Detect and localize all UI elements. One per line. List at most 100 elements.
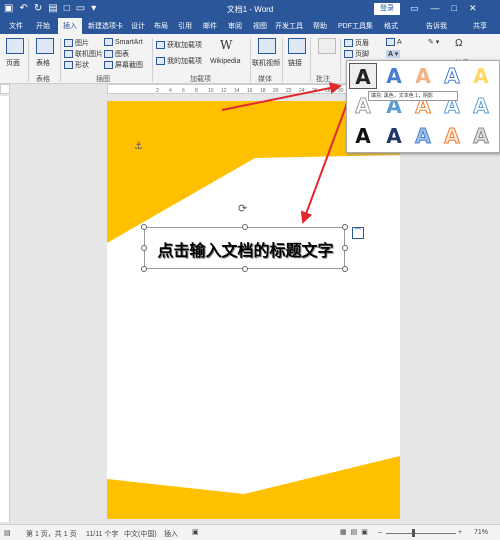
wordart-gallery: A A A A A A A A A A A A A A A [346, 60, 500, 153]
ruler-tick-label: 24 [299, 88, 305, 93]
tab-pdf[interactable]: PDF工具集 [338, 21, 373, 31]
tab-design[interactable]: 设计 [131, 21, 145, 31]
tell-me[interactable]: 告诉我 [426, 21, 447, 31]
image-button[interactable]: 图片 [64, 38, 89, 48]
tab-insert[interactable]: 插入 [58, 18, 82, 34]
illustrations-group-label: 插图 [96, 76, 110, 83]
tab-new[interactable]: 新建选项卡 [88, 21, 123, 31]
smartart-button[interactable]: SmartArt [104, 38, 143, 46]
online-video-icon[interactable] [258, 38, 276, 54]
resize-handle-t[interactable] [242, 224, 248, 230]
wordart-style-10[interactable]: A [467, 93, 495, 119]
resize-handle-r[interactable] [342, 245, 348, 251]
title-text[interactable]: 点击输入文档的标题文字 [145, 237, 346, 261]
close-icon[interactable]: ✕ [469, 3, 477, 14]
footer-yellow-shape [107, 456, 400, 519]
pages-icon[interactable] [6, 38, 24, 54]
wordart-style-3[interactable]: A [409, 63, 437, 89]
wordart-style-14[interactable]: A [438, 123, 466, 149]
resize-handle-br[interactable] [342, 266, 348, 272]
table-button[interactable]: 表格 [36, 58, 50, 68]
wordart-style-15[interactable]: A [467, 123, 495, 149]
ruler-tick-label: 22 [286, 88, 292, 93]
ruler-tick-label: 28 [325, 88, 331, 93]
comment-icon[interactable] [318, 38, 336, 54]
insert-mode[interactable]: 插入 [164, 529, 178, 539]
tab-review[interactable]: 审阅 [228, 21, 242, 31]
tab-view[interactable]: 视图 [253, 21, 267, 31]
addins-group-label: 加载项 [190, 76, 211, 83]
resize-handle-tr[interactable] [342, 224, 348, 230]
chart-button[interactable]: 图表 [104, 49, 129, 59]
tab-mailings[interactable]: 邮件 [203, 21, 217, 31]
tab-help[interactable]: 帮助 [313, 21, 327, 31]
link-icon[interactable] [288, 38, 306, 54]
tab-file[interactable]: 文件 [9, 21, 23, 31]
tab-layout[interactable]: 布局 [154, 21, 168, 31]
share-button[interactable]: 共享 [473, 21, 487, 31]
textbox-icon[interactable]: A [386, 38, 402, 46]
minimize-icon[interactable]: — [431, 3, 440, 14]
wordart-style-2[interactable]: A [380, 63, 408, 89]
wikipedia-button[interactable]: Wikipedia [210, 58, 240, 65]
pages-button[interactable]: 页面 [6, 58, 20, 68]
addins-icon [156, 57, 165, 66]
wordart-style-4[interactable]: A [438, 63, 466, 89]
tab-developer[interactable]: 开发工具 [275, 21, 303, 31]
layout-options-icon[interactable]: ⌒ [352, 227, 364, 239]
online-video-button[interactable]: 联机视频 [252, 58, 280, 68]
wordart-style-11[interactable]: A [349, 123, 377, 149]
zoom-level[interactable]: 71% [474, 529, 488, 536]
resize-handle-l[interactable] [141, 245, 147, 251]
layout-icon[interactable]: ▤ [4, 529, 11, 537]
ruler-tick-label: 6 [182, 88, 185, 93]
zoom-in-icon[interactable]: + [458, 529, 462, 536]
wordart-style-13[interactable]: A [409, 123, 437, 149]
my-addins-button[interactable]: 我的加载项 [156, 56, 202, 66]
wordart-style-12[interactable]: A [380, 123, 408, 149]
maximize-icon[interactable]: □ [452, 3, 457, 14]
rotate-handle-icon[interactable]: ⟳ [238, 202, 247, 215]
title-textbox[interactable]: 点击输入文档的标题文字 [141, 224, 348, 272]
tab-format[interactable]: 格式 [384, 21, 398, 31]
page-count[interactable]: 第 1 页，共 1 页 [26, 529, 77, 539]
resize-handle-tl[interactable] [141, 224, 147, 230]
vertical-ruler[interactable] [0, 96, 10, 522]
shapes-button[interactable]: 形状 [64, 60, 89, 70]
footer-button[interactable]: 页脚 [344, 49, 369, 59]
resize-handle-b[interactable] [242, 266, 248, 272]
view-mode-icons[interactable]: ▦▤▣ [340, 528, 372, 536]
online-image-icon [64, 50, 73, 59]
login-button[interactable]: 登录 [374, 3, 400, 15]
ruler-tab-selector[interactable] [0, 84, 10, 94]
tab-references[interactable]: 引用 [178, 21, 192, 31]
omega-icon[interactable]: Ω [455, 38, 462, 49]
wordart-button[interactable]: A ▾ [386, 50, 401, 58]
macro-icon[interactable]: ▣ [192, 528, 199, 536]
tab-home[interactable]: 开始 [36, 21, 50, 31]
anchor-icon: ⚓ [134, 141, 143, 152]
zoom-slider[interactable] [386, 533, 456, 534]
language[interactable]: 中文(中国) [124, 529, 157, 539]
document-page[interactable]: ⚓ [107, 101, 400, 519]
wikipedia-icon[interactable]: W [220, 38, 232, 52]
wordart-tooltip: 填充: 黑色，文本色 1；阴影 [368, 91, 458, 101]
table-icon[interactable] [36, 38, 54, 54]
ribbon-display-icon[interactable]: ▭ [410, 3, 419, 14]
title-bar: ▣ ↶ ↻ ▤ □ ▭ ▾ 文档1 - Word 登录 ▭ — □ ✕ [0, 0, 500, 18]
signature-icon[interactable]: ✎ ▾ [428, 38, 439, 46]
online-image-button[interactable]: 联机图片 [64, 49, 103, 59]
chart-icon [104, 50, 113, 59]
zoom-out-icon[interactable]: – [378, 529, 382, 536]
header-button[interactable]: 页眉 [344, 38, 369, 48]
wordart-style-1[interactable]: A [349, 63, 377, 89]
wordart-style-5[interactable]: A [467, 63, 495, 89]
screenshot-button[interactable]: 屏幕截图 [104, 60, 143, 70]
zoom-slider-thumb[interactable] [412, 529, 415, 537]
word-count[interactable]: 11/11 个字 [86, 529, 118, 539]
resize-handle-bl[interactable] [141, 266, 147, 272]
get-addins-button[interactable]: 获取加载项 [156, 40, 202, 50]
links-button[interactable]: 链接 [288, 58, 302, 68]
ruler-tick-label: 2 [156, 88, 159, 93]
screenshot-icon [104, 61, 113, 70]
